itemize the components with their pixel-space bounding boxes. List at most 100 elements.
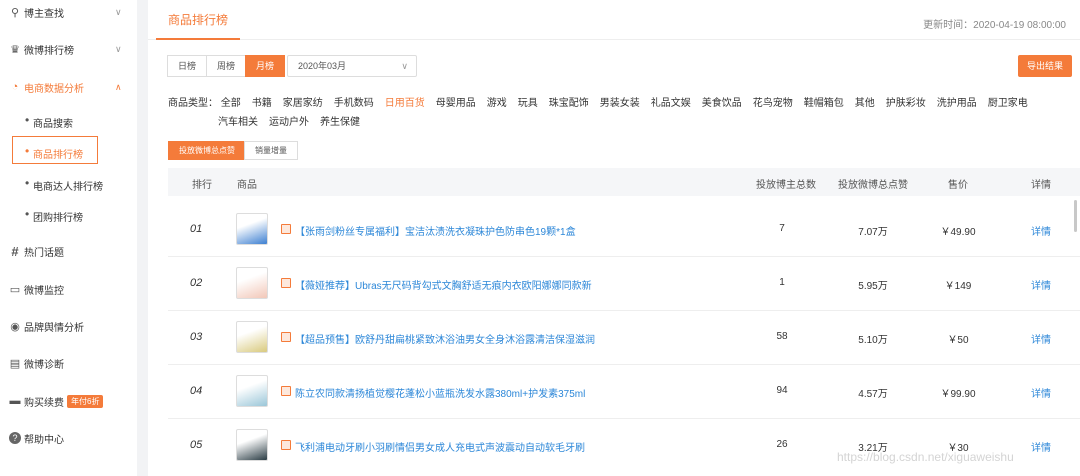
month-value: 2020年03月 [298,61,347,71]
category-chip[interactable]: 书籍 [252,98,272,109]
table-row: 03 【超品预售】欧舒丹甜扁桃紧致沐浴油男女全身沐浴露清洁保湿滋润 58 5.1… [168,311,1080,365]
category-chip[interactable]: 家居家纺 [283,98,323,109]
monitor-icon: ▭ [9,283,21,296]
diagnosis-icon: ▤ [9,357,21,370]
rank: 04 [190,385,203,397]
tmall-icon [281,278,291,288]
product-thumbnail [236,321,268,353]
nav-weibo-diagnosis[interactable]: ▤ 微博诊断 [0,355,137,371]
price: ￥99.90 [940,389,976,400]
table-row: 01 【张雨剑粉丝专属福利】宝洁汰渍洗衣凝珠护色防串色19颗*1盒 7 7.07… [168,203,1080,257]
metric-sales-button[interactable]: 销量增量 [244,141,298,160]
category-row-2: 汽车相关 运动户外 养生保健 [218,113,371,128]
col-rank: 排行 [192,180,212,191]
price: ￥49.90 [940,227,976,238]
chevron-down-icon: ∨ [401,61,408,71]
scrollbar[interactable] [1074,200,1077,232]
nav-weibo-ranking[interactable]: ♛ 微博排行榜 ∨ [0,41,137,57]
category-chip[interactable]: 游戏 [487,98,507,109]
rank: 01 [190,223,203,235]
bullet: • [25,144,30,158]
tmall-icon [281,386,291,396]
category-chip[interactable]: 珠宝配饰 [549,98,589,109]
category-chip[interactable]: 美食饮品 [702,98,742,109]
detail-link[interactable]: 详情 [1031,223,1051,238]
nav-label: 微博诊断 [24,359,64,371]
product-title-link[interactable]: 【超品预售】欧舒丹甜扁桃紧致沐浴油男女全身沐浴露清洁保湿滋润 [295,331,595,346]
category-chip[interactable]: 玩具 [518,98,538,109]
nav-help-center[interactable]: ? 帮助中心 [0,430,137,446]
nav-label: 品牌舆情分析 [24,322,84,334]
category-chip[interactable]: 其他 [855,98,875,109]
sidebar-item-product-search[interactable]: • 商品搜索 [0,113,137,130]
category-chip[interactable]: 运动户外 [269,117,309,128]
category-chip[interactable]: 手机数码 [334,98,374,109]
metric-likes-button[interactable]: 投放微博总点赞 [168,141,246,160]
category-chip[interactable]: 洗护用品 [937,98,977,109]
category-chip[interactable]: 日用百货 [385,98,425,109]
sidebar-item-influencer-ranking[interactable]: • 电商达人排行榜 [0,176,137,193]
help-icon: ? [9,432,21,444]
category-chip[interactable]: 护肤彩妆 [886,98,926,109]
category-chip[interactable]: 母婴用品 [436,98,476,109]
sidebar-item-product-ranking[interactable]: • 商品排行榜 [0,144,137,161]
product-thumbnail [236,267,268,299]
product-title-link[interactable]: 飞利浦电动牙刷小羽刷情侣男女成人充电式声波震动自动软毛牙刷 [295,439,585,454]
nav-label: 帮助中心 [24,434,64,446]
blogger-count: 58 [776,331,788,342]
bullet: • [25,207,30,221]
nav-blogger-search[interactable]: ⚲ 博主查找 ∨ [0,4,137,20]
sidebar-item-group-buy-ranking[interactable]: • 团购排行榜 [0,207,137,224]
category-chip[interactable]: 厨卫家电 [988,98,1028,109]
detail-link[interactable]: 详情 [1031,439,1051,454]
table-row: 04 陈立农同款清扬植觉樱花蓬松小蓝瓶洗发水露380ml+护发素375ml 94… [168,365,1080,419]
nav-brand-sentiment[interactable]: ◉ 品牌舆情分析 [0,318,137,334]
category-chip[interactable]: 男装女装 [600,98,640,109]
category-chip[interactable]: 汽车相关 [218,117,258,128]
category-chip[interactable]: 礼品文娱 [651,98,691,109]
detail-link[interactable]: 详情 [1031,331,1051,346]
sub-label: 电商达人排行榜 [33,182,103,193]
tmall-icon [281,440,291,450]
category-chip[interactable]: 全部 [221,98,241,109]
nav-label: 博主查找 [24,8,64,20]
product-thumbnail [236,429,268,461]
discount-badge: 年付6折 [67,395,104,408]
detail-link[interactable]: 详情 [1031,385,1051,400]
main-panel: 商品排行榜 更新时间：2020-04-19 08:00:00 日榜 周榜 月榜 … [148,0,1080,476]
col-bloggers: 投放博主总数 [756,180,816,191]
category-chip[interactable]: 鞋帽箱包 [804,98,844,109]
nav-ecommerce-analysis[interactable]: ◔ 电商数据分析 ∧ [0,79,137,95]
bullet: • [25,176,30,190]
sidebar: ⚲ 博主查找 ∨ ♛ 微博排行榜 ∨ ◔ 电商数据分析 ∧ • 商品搜索 • 商… [0,0,137,476]
rank: 05 [190,439,203,451]
blogger-count: 94 [776,385,788,396]
product-title-link[interactable]: 陈立农同款清扬植觉樱花蓬松小蓝瓶洗发水露380ml+护发素375ml [295,385,585,400]
export-button[interactable]: 导出结果 [1018,55,1072,77]
table-row: 02 【薇娅推荐】Ubras无尺码背勾式文胸舒适无痕内衣欧阳娜娜同款新 1 5.… [168,257,1080,311]
col-likes: 投放微博总点赞 [838,180,908,191]
hashtag-icon: # [11,243,19,259]
category-chip[interactable]: 花鸟宠物 [753,98,793,109]
product-title-link[interactable]: 【张雨剑粉丝专属福利】宝洁汰渍洗衣凝珠护色防串色19颗*1盒 [295,223,576,238]
nav-hot-topics[interactable]: # 热门话题 [0,243,137,259]
bullet: • [25,113,30,127]
blogger-count: 1 [779,277,785,288]
tab-product-ranking[interactable]: 商品排行榜 [156,0,241,40]
blogger-count: 7 [779,223,785,234]
chevron-down-icon: ∨ [115,6,122,17]
period-month-button[interactable]: 月榜 [245,55,286,77]
detail-link[interactable]: 详情 [1031,277,1051,292]
total-likes: 5.95万 [858,281,888,292]
product-thumbnail [236,213,268,245]
period-day-button[interactable]: 日榜 [167,55,208,77]
period-week-button[interactable]: 周榜 [206,55,247,77]
nav-purchase-renew[interactable]: ▬ 购买续费 年付6折 [0,393,137,409]
month-select[interactable]: 2020年03月 ∨ [287,55,417,77]
search-icon: ⚲ [10,6,20,19]
category-chip[interactable]: 养生保健 [320,117,360,128]
nav-weibo-monitor[interactable]: ▭ 微博监控 [0,281,137,297]
price: ￥50 [947,335,969,346]
product-title-link[interactable]: 【薇娅推荐】Ubras无尺码背勾式文胸舒适无痕内衣欧阳娜娜同款新 [295,277,592,292]
rank: 03 [190,331,203,343]
